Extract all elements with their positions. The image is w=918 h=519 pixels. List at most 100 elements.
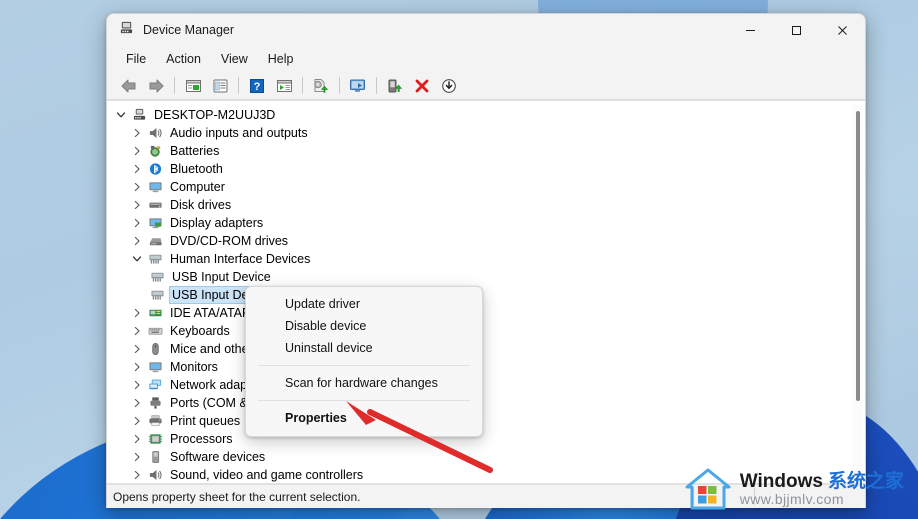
uninstall-device-icon[interactable] — [409, 74, 435, 98]
chevron-right-icon[interactable] — [129, 125, 145, 141]
tree-row-dvd-cd-rom-drives[interactable]: DVD/CD-ROM drives — [113, 232, 851, 250]
menu-view[interactable]: View — [212, 49, 257, 69]
computer-root-icon — [129, 107, 149, 123]
chevron-right-icon[interactable] — [129, 359, 145, 375]
context-menu-item-properties[interactable]: Properties — [246, 407, 482, 429]
chevron-right-icon[interactable] — [129, 143, 145, 159]
tree-row-root[interactable]: DESKTOP-M2UUJ3D — [113, 106, 851, 124]
close-button[interactable] — [819, 14, 865, 46]
mouse-icon — [145, 341, 165, 357]
tree-item-label: DVD/CD-ROM drives — [170, 234, 289, 248]
tree-row-disk-drives[interactable]: Disk drives — [113, 196, 851, 214]
device-manager-icon — [119, 20, 134, 40]
tree-item-label: Human Interface Devices — [170, 252, 311, 266]
network-adapter-icon — [145, 377, 165, 393]
tree-item-label: Processors — [170, 432, 233, 446]
keyboard-icon — [145, 323, 165, 339]
watermark: Windows 系统之家 www.bjjmlv.com — [684, 467, 904, 511]
port-icon — [145, 395, 165, 411]
context-menu-item-scan-for-hardware-changes[interactable]: Scan for hardware changes — [246, 372, 482, 394]
tree-item-label: Sound, video and game controllers — [170, 468, 364, 482]
download-icon[interactable] — [436, 74, 462, 98]
tree-row-usb-input-device[interactable]: USB Input Device — [113, 268, 851, 286]
chevron-right-icon[interactable] — [129, 179, 145, 195]
context-menu-separator — [258, 365, 470, 366]
bluetooth-icon — [145, 161, 165, 177]
tree-row-software-devices[interactable]: Software devices — [113, 448, 851, 466]
tree-item-label: USB Input Device — [172, 270, 271, 284]
windows-house-logo-icon — [685, 468, 731, 510]
tree-item-label: Print queues — [170, 414, 241, 428]
menu-bar: File Action View Help — [107, 46, 865, 72]
hid-icon — [147, 269, 167, 285]
software-device-icon — [145, 449, 165, 465]
back-icon[interactable] — [116, 74, 142, 98]
chevron-right-icon[interactable] — [129, 323, 145, 339]
menu-file[interactable]: File — [117, 49, 155, 69]
tree-item-label: Disk drives — [170, 198, 232, 212]
update-driver-icon[interactable] — [308, 74, 334, 98]
chevron-right-icon[interactable] — [129, 305, 145, 321]
chevron-right-icon[interactable] — [129, 161, 145, 177]
device-manager-window: Device Manager File Action View Help ? D… — [106, 13, 866, 508]
chevron-right-icon[interactable] — [129, 341, 145, 357]
tree-row-computer[interactable]: Computer — [113, 178, 851, 196]
maximize-button[interactable] — [773, 14, 819, 46]
speaker-icon — [145, 467, 165, 483]
enable-device-icon[interactable] — [382, 74, 408, 98]
show-hidden-devices-icon[interactable] — [180, 74, 206, 98]
forward-icon[interactable] — [143, 74, 169, 98]
help-icon[interactable]: ? — [244, 74, 270, 98]
chevron-right-icon[interactable] — [129, 215, 145, 231]
device-list-icon[interactable] — [271, 74, 297, 98]
disk-drive-icon — [145, 197, 165, 213]
tree-row-human-interface-devices[interactable]: Human Interface Devices — [113, 250, 851, 268]
context-menu-separator — [258, 400, 470, 401]
display-adapter-icon — [145, 215, 165, 231]
processor-icon — [145, 431, 165, 447]
chevron-down-icon[interactable] — [113, 107, 129, 123]
chevron-down-icon[interactable] — [129, 251, 145, 267]
watermark-text: Windows 系统之家 www.bjjmlv.com — [739, 471, 904, 507]
tree-row-bluetooth[interactable]: Bluetooth — [113, 160, 851, 178]
svg-text:?: ? — [254, 81, 261, 93]
title-bar: Device Manager — [107, 14, 865, 46]
scan-hardware-changes-icon[interactable] — [345, 74, 371, 98]
context-menu-item-disable-device[interactable]: Disable device — [246, 315, 482, 337]
chevron-right-icon[interactable] — [129, 431, 145, 447]
chevron-right-icon[interactable] — [129, 449, 145, 465]
tree-item-label: Bluetooth — [170, 162, 223, 176]
chevron-right-icon[interactable] — [129, 233, 145, 249]
tree-row-batteries[interactable]: Batteries — [113, 142, 851, 160]
minimize-button[interactable] — [727, 14, 773, 46]
tree-root-label: DESKTOP-M2UUJ3D — [154, 108, 276, 122]
menu-action[interactable]: Action — [157, 49, 210, 69]
chevron-right-icon[interactable] — [129, 395, 145, 411]
context-menu-item-uninstall-device[interactable]: Uninstall device — [246, 337, 482, 359]
toolbar-separator — [174, 77, 175, 94]
toolbar-separator — [302, 77, 303, 94]
context-menu: Update driver Disable device Uninstall d… — [245, 286, 483, 437]
tree-item-label: Monitors — [170, 360, 218, 374]
menu-help[interactable]: Help — [259, 49, 303, 69]
chevron-right-icon[interactable] — [129, 413, 145, 429]
tree-row-display-adapters[interactable]: Display adapters — [113, 214, 851, 232]
watermark-url: www.bjjmlv.com — [739, 490, 844, 507]
tree-vertical-scrollbar[interactable] — [852, 105, 863, 479]
tree-row-audio-inputs-and-outputs[interactable]: Audio inputs and outputs — [113, 124, 851, 142]
toolbar-separator — [238, 77, 239, 94]
printer-icon — [145, 413, 165, 429]
speaker-icon — [145, 125, 165, 141]
battery-icon — [145, 143, 165, 159]
chevron-right-icon[interactable] — [129, 467, 145, 483]
properties-icon[interactable] — [207, 74, 233, 98]
monitor-icon — [145, 179, 165, 195]
tree-item-label: Display adapters — [170, 216, 264, 230]
chevron-right-icon[interactable] — [129, 197, 145, 213]
context-menu-item-update-driver[interactable]: Update driver — [246, 293, 482, 315]
scrollbar-thumb[interactable] — [856, 111, 860, 401]
title-bar-left: Device Manager — [107, 20, 727, 40]
toolbar-separator — [339, 77, 340, 94]
device-tree-panel: DESKTOP-M2UUJ3D Audio inputs and outputs — [107, 100, 865, 484]
chevron-right-icon[interactable] — [129, 377, 145, 393]
